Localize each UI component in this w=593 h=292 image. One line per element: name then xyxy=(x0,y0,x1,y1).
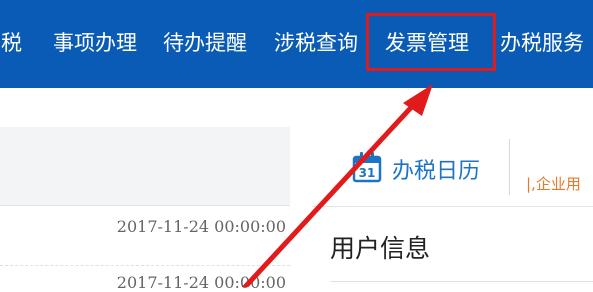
tab-tax-calendar[interactable]: 办税日历 xyxy=(392,153,480,185)
section-title-user-info: 用户信息 xyxy=(330,234,431,263)
list-item-date: 2017-11-24 00:00:00 xyxy=(116,217,286,236)
nav-item-tax-service[interactable]: 办税服务 xyxy=(500,28,584,58)
left-panel-header xyxy=(0,127,290,206)
tab-separator xyxy=(509,139,510,195)
scrolling-notice[interactable]: |,企业用 xyxy=(526,173,581,194)
nav-item-affairs[interactable]: 事项办理 xyxy=(53,28,137,58)
calendar-icon: 31 xyxy=(352,151,382,183)
top-nav-bar: 纳税 事项办理 待办提醒 涉税查询 发票管理 办税服务 xyxy=(0,0,593,88)
section-divider xyxy=(330,281,593,282)
nav-item-tax-query[interactable]: 涉税查询 xyxy=(274,28,358,58)
right-panel: 31 办税日历 |,企业用 用户信息 xyxy=(312,127,593,287)
nav-item-reminders[interactable]: 待办提醒 xyxy=(163,28,247,58)
calendar-tab-bar: 31 办税日历 |,企业用 xyxy=(312,127,593,207)
list-item-date: 2017-11-24 00:00:00 xyxy=(116,273,286,292)
left-list-panel: 2017-11-24 00:00:00 2017-11-24 00:00:00 xyxy=(0,127,290,292)
highlight-box xyxy=(366,13,496,71)
calendar-icon-day: 31 xyxy=(359,166,376,180)
nav-item-tax[interactable]: 纳税 xyxy=(0,28,22,58)
row-divider xyxy=(0,265,290,267)
